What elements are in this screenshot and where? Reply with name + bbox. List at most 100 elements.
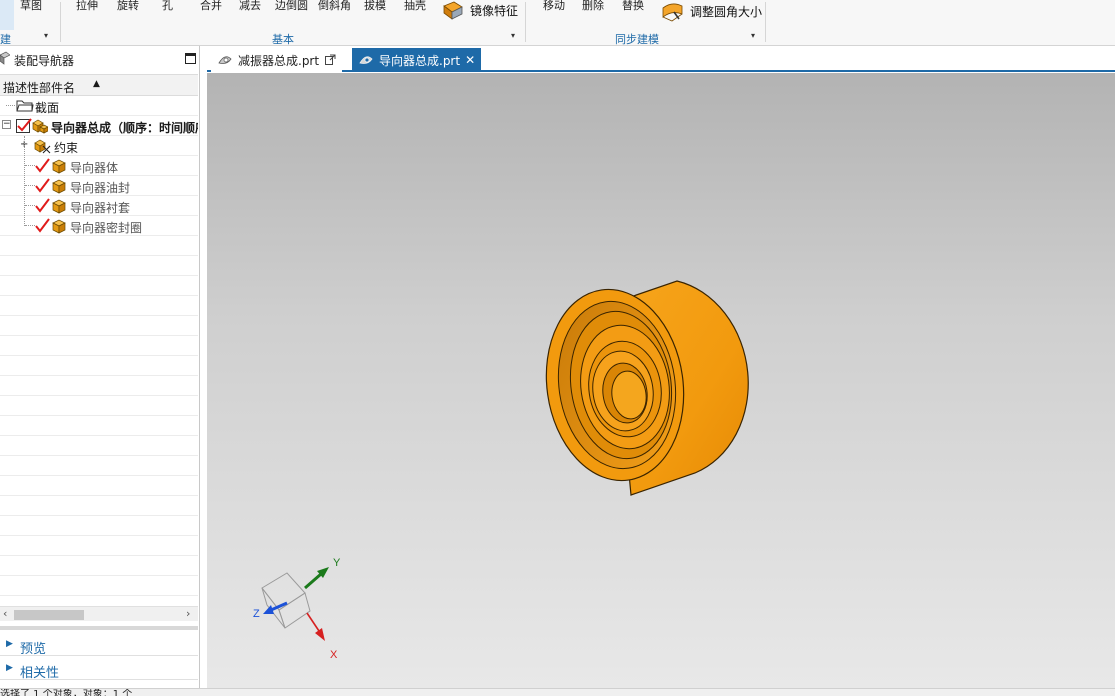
status-bar: 选择了 1 个对象，对象：1 个 [0, 688, 1115, 696]
move-face-command[interactable]: 移动 [543, 0, 565, 13]
expand-right-icon: ▶ [6, 663, 13, 673]
chamfer-command[interactable]: 倒斜角 [318, 0, 351, 13]
part-icon [52, 199, 66, 214]
extrude-command[interactable]: 拉伸 [76, 0, 98, 13]
group-dropdown-sync[interactable]: ▾ [751, 31, 755, 40]
empty-row [0, 436, 198, 456]
edge-blend-command[interactable]: 边倒圆 [275, 0, 308, 13]
model-view: Y Z X [253, 280, 749, 661]
checkbox-checked-icon[interactable] [16, 118, 32, 134]
group-dropdown-basic[interactable]: ▾ [511, 31, 515, 40]
tab-shock-absorber-assembly[interactable]: 减振器总成.prt [211, 48, 343, 72]
scroll-right-icon[interactable]: › [186, 607, 190, 620]
navigator-header: 装配导航器 [0, 46, 200, 72]
expand-right-icon: ▶ [6, 639, 13, 649]
empty-row [0, 576, 198, 596]
tree-item-section[interactable]: 截面 [0, 96, 198, 116]
scroll-left-icon[interactable]: ‹ [3, 607, 7, 620]
panel-splitter[interactable] [0, 626, 198, 630]
tree-item-constraints[interactable]: + 约束 [0, 136, 198, 156]
document-tabbar: 减振器总成.prt 导向器总成.prt ✕ [207, 46, 1115, 72]
empty-row [0, 356, 198, 376]
tree-item-label: 导向器油封 [70, 181, 131, 195]
empty-row [0, 316, 198, 336]
sort-ascending-icon[interactable]: ▲ [93, 79, 100, 89]
tab-guide-assembly[interactable]: 导向器总成.prt ✕ [352, 48, 482, 72]
x-axis-arrow[interactable] [306, 612, 325, 641]
part-icon [52, 219, 66, 234]
navigator-tree: 截面 − 导向器总成（顺序：时间顺序） + [0, 96, 198, 596]
hole-command[interactable]: 孔 [162, 0, 173, 13]
delete-face-command[interactable]: 删除 [582, 0, 604, 13]
ribbon-separator [525, 2, 526, 42]
sketch-group-cell[interactable] [0, 0, 14, 30]
empty-row [0, 536, 198, 556]
section-label: 相关性 [20, 666, 60, 681]
navigator-title: 装配导航器 [14, 54, 75, 68]
tree-item-label: 导向器衬套 [70, 201, 131, 215]
empty-row [0, 416, 198, 436]
section-preview[interactable]: ▶ 预览 [0, 634, 198, 657]
tree-item-label: 截面 [35, 101, 60, 115]
tree-item-label: 约束 [54, 141, 79, 155]
guide-assembly-model[interactable] [534, 280, 749, 496]
mirror-feature-icon [443, 1, 463, 20]
mirror-feature-command[interactable]: 镜像特征 [442, 0, 518, 20]
draft-command[interactable]: 拔模 [364, 0, 386, 13]
column-header[interactable]: 描述性部件名 ▲ [0, 74, 198, 96]
sketch-command[interactable]: 草图 [20, 0, 42, 13]
tree-item-label: 导向器总成（顺序：时间顺序） [51, 121, 198, 135]
tree-item-assembly-root[interactable]: − 导向器总成（顺序：时间顺序） [0, 116, 198, 136]
group-label-sync: 同步建模 [615, 33, 659, 46]
empty-row [0, 516, 198, 536]
x-axis-label: X [330, 649, 338, 661]
status-text: 选择了 1 个对象，对象：1 个 [0, 689, 133, 696]
shell-command[interactable]: 抽壳 [404, 0, 426, 13]
mirror-feature-label: 镜像特征 [470, 3, 519, 18]
tree-item-label: 导向器密封圈 [70, 221, 143, 235]
graphics-viewport[interactable]: Y Z X [207, 73, 1115, 688]
resize-blend-label: 调整圆角大小 [690, 4, 763, 19]
tree-item-component[interactable]: 导向器油封 [0, 176, 198, 196]
part-icon [52, 159, 66, 174]
view-triad[interactable]: Y Z X [253, 557, 341, 661]
checkmark-icon[interactable] [35, 198, 51, 214]
modified-icon [325, 54, 336, 65]
tree-item-component[interactable]: 导向器衬套 [0, 196, 198, 216]
tree-item-component[interactable]: 导向器密封圈 [0, 216, 198, 236]
revolve-command[interactable]: 旋转 [117, 0, 139, 13]
section-dependencies[interactable]: ▶ 相关性 [0, 658, 198, 681]
y-axis-label: Y [333, 557, 341, 569]
tree-item-component[interactable]: 导向器体 [0, 156, 198, 176]
tab-label: 导向器总成.prt [379, 53, 461, 68]
resize-blend-icon [662, 3, 683, 22]
empty-row [0, 276, 198, 296]
group-label-construct: 建 [0, 33, 11, 46]
resize-blend-command[interactable]: 调整圆角大小 [660, 0, 762, 22]
subtract-command[interactable]: 减去 [239, 0, 261, 13]
z-axis-label: Z [253, 608, 260, 620]
empty-row [0, 496, 198, 516]
horizontal-scrollbar[interactable]: ‹ › [0, 606, 198, 621]
checkmark-icon[interactable] [35, 178, 51, 194]
assembly-navigator: 装配导航器 描述性部件名 ▲ 截面 − 导向器总成（顺序：时间顺 + 约束 导向… [0, 46, 200, 688]
ribbon-separator [765, 2, 766, 42]
replace-face-command[interactable]: 替换 [622, 0, 644, 13]
scrollbar-thumb[interactable] [14, 610, 84, 620]
empty-row [0, 456, 198, 476]
group-dropdown-construct[interactable]: ▾ [44, 31, 48, 40]
y-axis-arrow[interactable] [304, 567, 329, 590]
unite-command[interactable]: 合并 [200, 0, 222, 13]
ribbon-separator [60, 2, 61, 42]
empty-row [0, 556, 198, 576]
collapse-icon[interactable]: − [2, 120, 11, 129]
constraints-icon [34, 139, 51, 154]
checkmark-icon[interactable] [35, 158, 51, 174]
tab-label: 减振器总成.prt [238, 53, 320, 68]
assembly-icon [32, 119, 48, 134]
part-file-icon [359, 56, 373, 64]
checkmark-icon[interactable] [35, 218, 51, 234]
maximize-icon[interactable] [185, 53, 196, 64]
close-icon[interactable]: ✕ [465, 53, 475, 67]
assembly-navigator-icon [0, 51, 10, 65]
